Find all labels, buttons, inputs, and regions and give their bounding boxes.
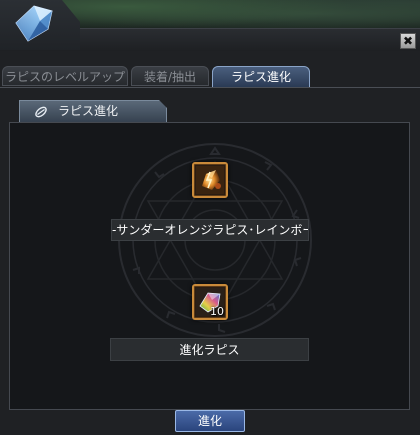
material-item-slot[interactable]: 10 xyxy=(192,284,228,320)
panel-header: ラピス進化 xyxy=(19,100,167,122)
material-item-name: 進化ラピス xyxy=(110,338,309,361)
lapis-window: ✖ ラピスのレベルアップ 装着/抽出 ラピス進化 ラピス進化 -サンダーオレンジ… xyxy=(0,0,420,435)
thunder-orange-lapis-icon xyxy=(196,166,224,194)
tab-lapis-level-up[interactable]: ラピスのレベルアップ xyxy=(2,66,128,86)
target-item-name: -サンダーオレンジラピス･レインボーシ xyxy=(111,219,309,241)
lapis-crystal-icon xyxy=(15,5,53,42)
tab-bar: ラピスのレベルアップ 装着/抽出 ラピス進化 xyxy=(0,66,420,88)
target-item-slot[interactable] xyxy=(192,162,228,198)
tab-divider xyxy=(0,87,420,88)
panel-title: ラピス進化 xyxy=(58,104,119,118)
tab-lapis-evolution[interactable]: ラピス進化 xyxy=(212,66,310,88)
lapis-evolution-icon xyxy=(35,106,47,118)
close-icon[interactable]: ✖ xyxy=(400,33,416,49)
evolve-button[interactable]: 進化 xyxy=(175,410,245,432)
material-count: 10 xyxy=(210,305,224,318)
tab-equip-extract[interactable]: 装着/抽出 xyxy=(131,66,209,86)
